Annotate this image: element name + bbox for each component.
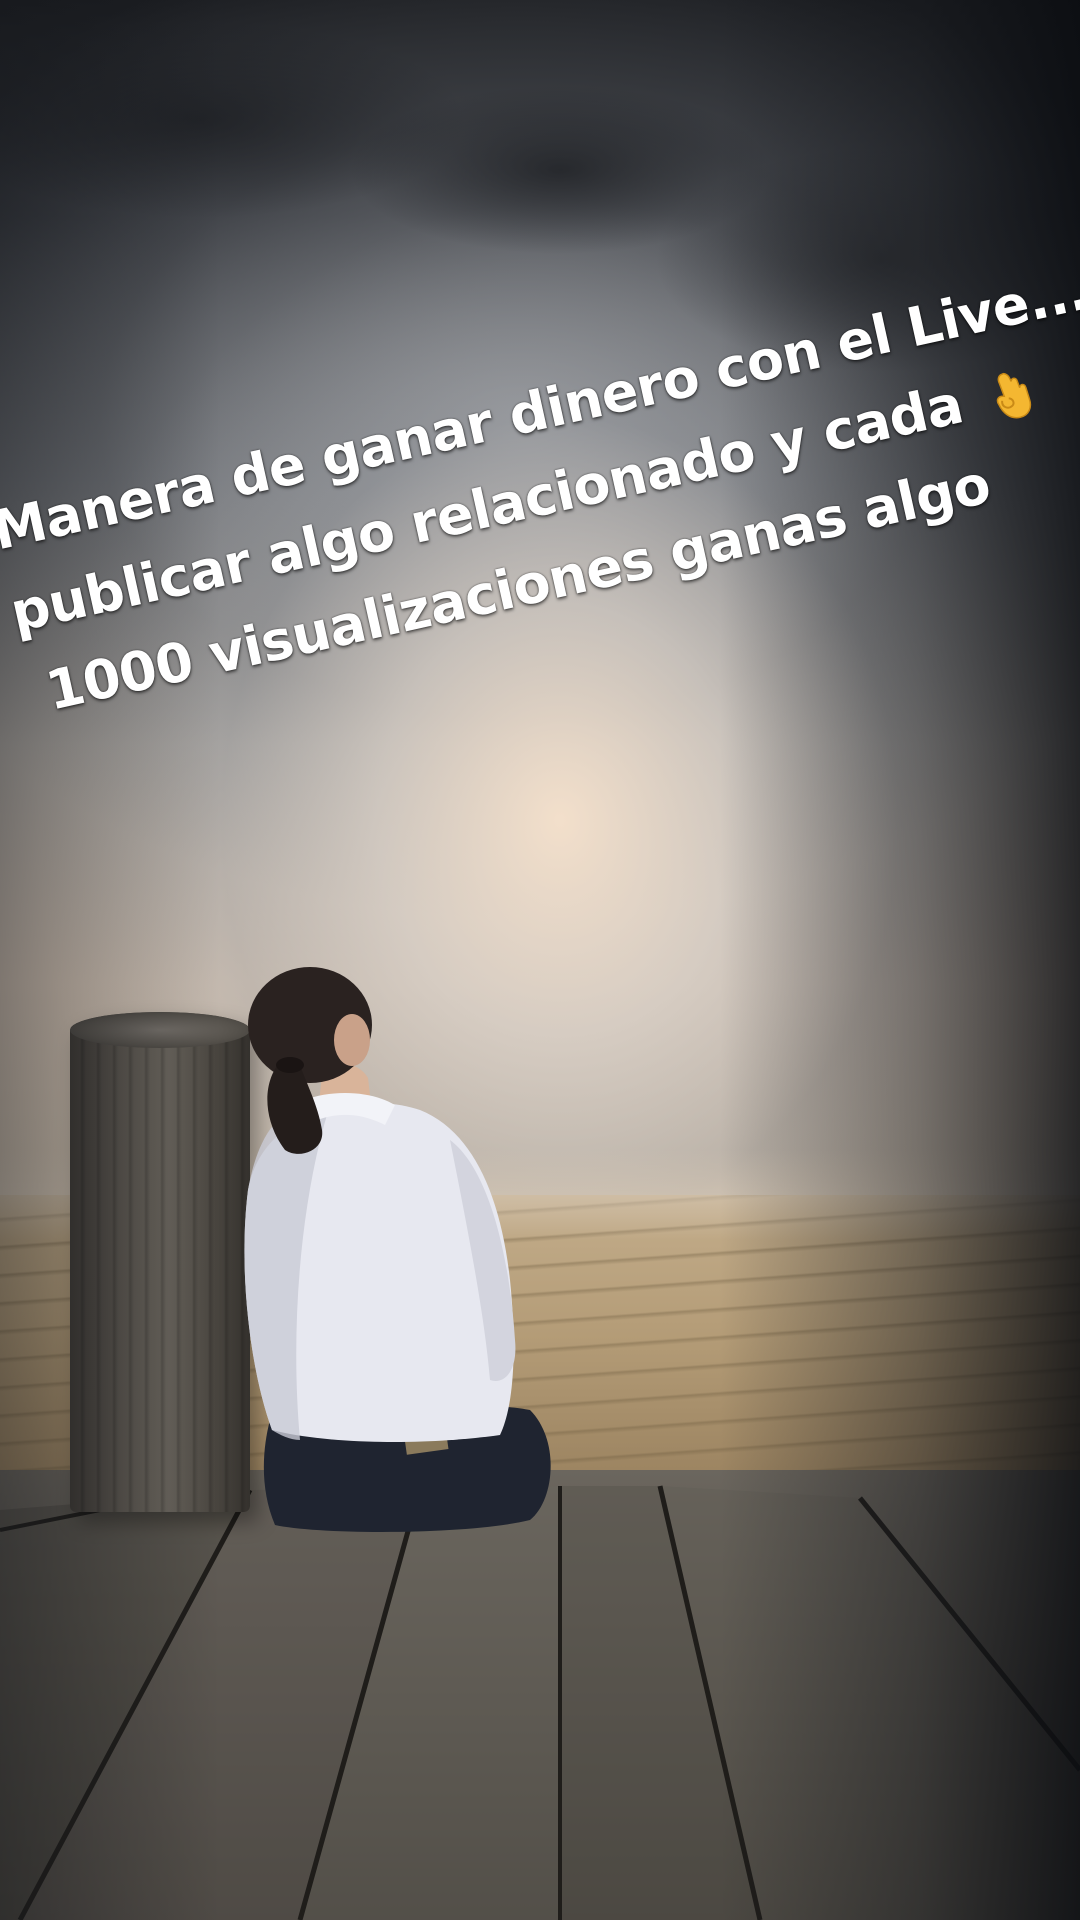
left-vignette (0, 0, 220, 1920)
video-frame: Manera de ganar dinero con el Live... pu… (0, 0, 1080, 1920)
